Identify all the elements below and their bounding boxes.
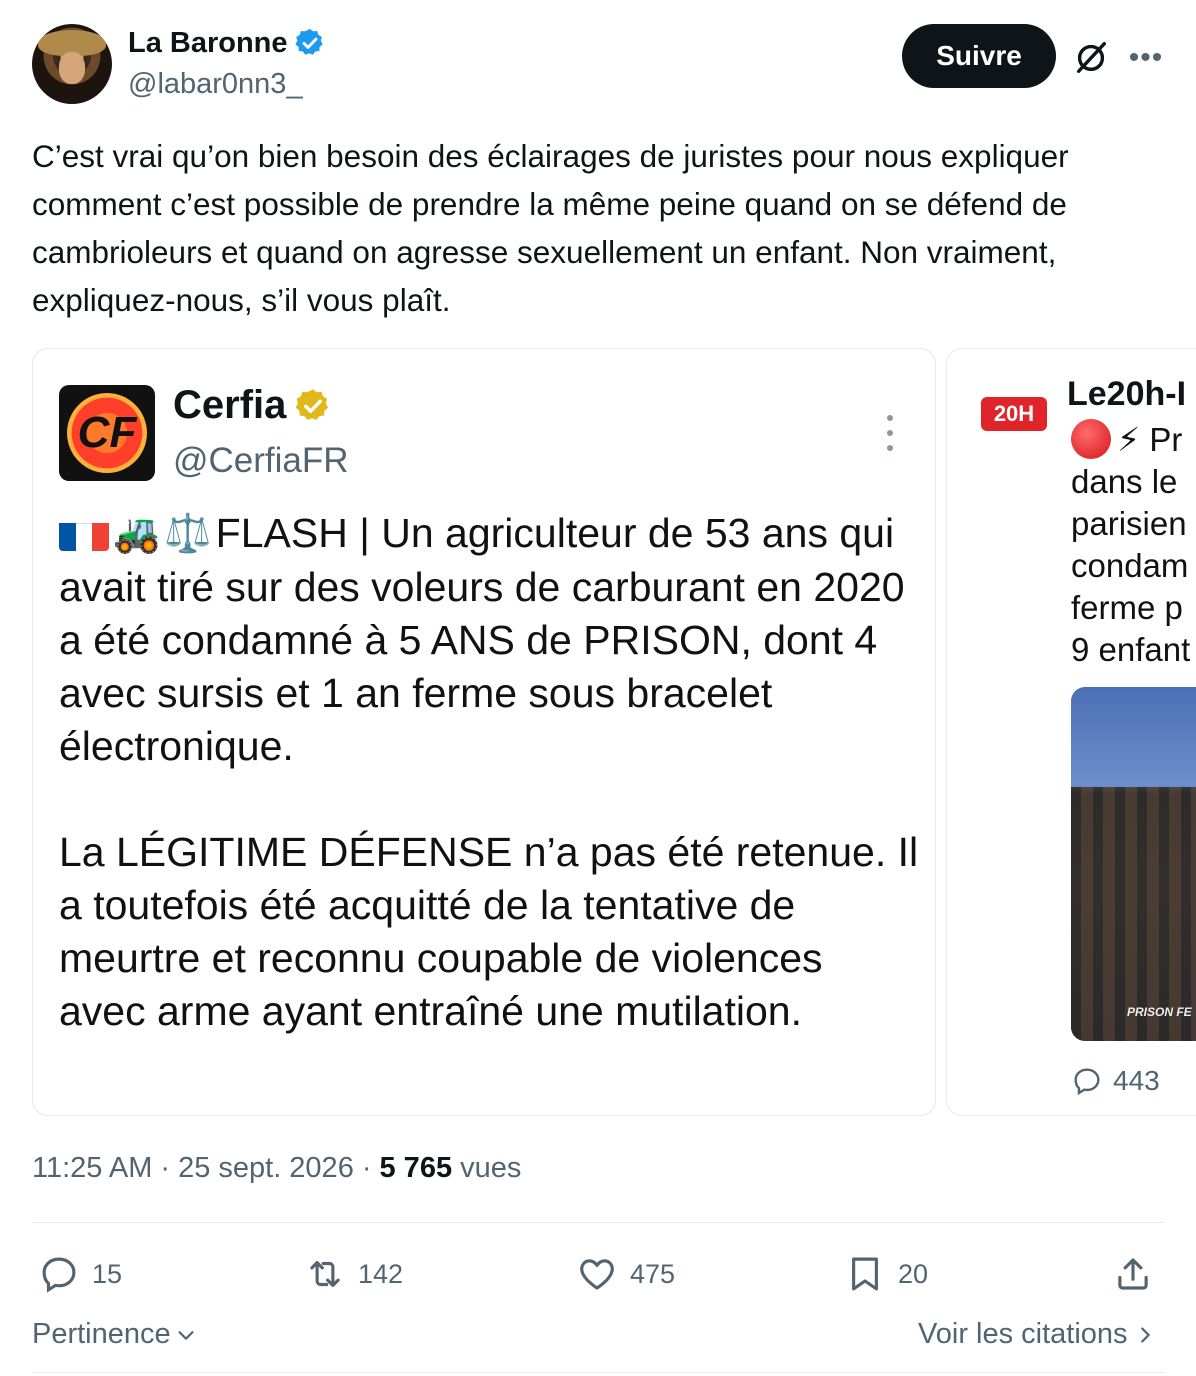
verified-gold-badge-icon [296, 388, 329, 420]
le20h-badge: 20H [981, 397, 1047, 431]
author-name-line[interactable]: La Baronne [128, 26, 326, 60]
view-count: 5 765 [379, 1152, 453, 1184]
reply-count: 15 [92, 1258, 123, 1289]
le20h-photo[interactable]: PRISON FE [1071, 687, 1196, 1041]
divider-top [32, 1222, 1164, 1223]
repost-count: 142 [358, 1258, 404, 1289]
french-flag-icon [59, 517, 109, 551]
meta-separator-2: · [361, 1152, 372, 1184]
tweet-meta: 11:25 AM · 25 sept. 2026 · 5 765 vues [32, 1152, 521, 1185]
cerfia-logo: CF [59, 385, 155, 481]
quoted-tweet-card-cerfia[interactable]: CF Cerfia @CerfiaFR 🚜 ⚖️ FLASH | Un agri… [32, 348, 936, 1116]
cerfia-paragraph-2: La LÉGITIME DÉFENSE n’a pas été retenue.… [59, 828, 919, 1034]
like-button[interactable]: 475 [576, 1244, 675, 1304]
le20h-line-6: 9 enfant [1071, 631, 1191, 668]
reply-icon [1074, 1068, 1100, 1096]
tractor-icon: 🚜 [113, 512, 161, 555]
tweet-time[interactable]: 11:25 AM [32, 1152, 152, 1185]
cerfia-name: Cerfia [173, 383, 287, 427]
tweet-text: C’est vrai qu’on bien besoin des éclaira… [32, 138, 1069, 318]
tweet-header: La Baronne @labar0nn3_ Suivre ••• [32, 22, 1164, 106]
le20h-line-2: dans le [1071, 463, 1178, 500]
bookmark-button[interactable]: 20 [844, 1244, 928, 1304]
sort-label: Pertinence [32, 1318, 171, 1350]
meta-separator-1: · [160, 1152, 171, 1184]
divider-bottom [32, 1372, 1164, 1373]
le20h-name: Le20h-I [1067, 375, 1187, 413]
reply-button[interactable]: 15 [38, 1244, 122, 1304]
bookmark-icon [852, 1257, 878, 1291]
author-avatar[interactable] [32, 24, 112, 104]
le20h-reply-number: 443 [1113, 1065, 1160, 1096]
bookmark-count: 20 [898, 1258, 929, 1289]
cerfia-handle: @CerfiaFR [173, 441, 349, 480]
follow-button[interactable]: Suivre [902, 24, 1056, 88]
reply-icon [42, 1257, 76, 1293]
more-options-icon[interactable]: ••• [1128, 40, 1164, 76]
share-icon [1118, 1258, 1148, 1290]
view-quotes-label: Voir les citations [918, 1318, 1128, 1350]
le20h-line-4: condam [1071, 547, 1189, 584]
author-name[interactable]: La Baronne [128, 27, 288, 60]
heart-icon [580, 1259, 614, 1290]
quoted-tweet-card-le20h[interactable]: 20H Le20h-I ⚡ Pr dans le parisien condam… [946, 348, 1196, 1116]
chevron-right-icon [1140, 1326, 1150, 1343]
balance-scale-icon: ⚖️ [164, 512, 212, 555]
le20h-post-text: ⚡ Pr dans le parisien condam ferme p 9 e… [1071, 419, 1190, 671]
action-bar: 15 142 475 20 [32, 1244, 1164, 1304]
repost-icon [310, 1261, 340, 1287]
view-quotes-link[interactable]: Voir les citations [918, 1318, 1156, 1351]
cerfia-logo-text: CF [77, 408, 137, 457]
repost-button[interactable]: 142 [304, 1244, 403, 1304]
chevron-down-icon [178, 1330, 194, 1340]
kebab-menu-icon [883, 415, 897, 451]
quoted-media-carousel: CF Cerfia @CerfiaFR 🚜 ⚖️ FLASH | Un agri… [32, 348, 1196, 1118]
share-button[interactable] [1112, 1244, 1154, 1304]
red-circle-icon [1071, 419, 1111, 459]
le20h-reply-count: 443 [1071, 1065, 1160, 1097]
sort-dropdown[interactable]: Pertinence [32, 1318, 197, 1351]
cerfia-name-line: Cerfia [173, 383, 332, 428]
emoji-row: 🚜 ⚖️ [59, 508, 212, 561]
like-count: 475 [630, 1258, 676, 1289]
author-handle[interactable]: @labar0nn3_ [128, 68, 303, 101]
grok-icon[interactable] [1072, 38, 1110, 76]
views-label: vues [460, 1152, 522, 1184]
cerfia-post-text: 🚜 ⚖️ FLASH | Un agriculteur de 53 ans qu… [59, 507, 919, 1091]
verified-badge-icon [294, 29, 323, 55]
le20h-line-3: parisien [1071, 505, 1187, 542]
le20h-line-1: ⚡ Pr [1117, 421, 1183, 458]
le20h-line-5: ferme p [1071, 589, 1183, 626]
photo-caption: PRISON FE [1127, 1005, 1192, 1019]
tweet-date[interactable]: 25 sept. 2026 [178, 1152, 354, 1185]
